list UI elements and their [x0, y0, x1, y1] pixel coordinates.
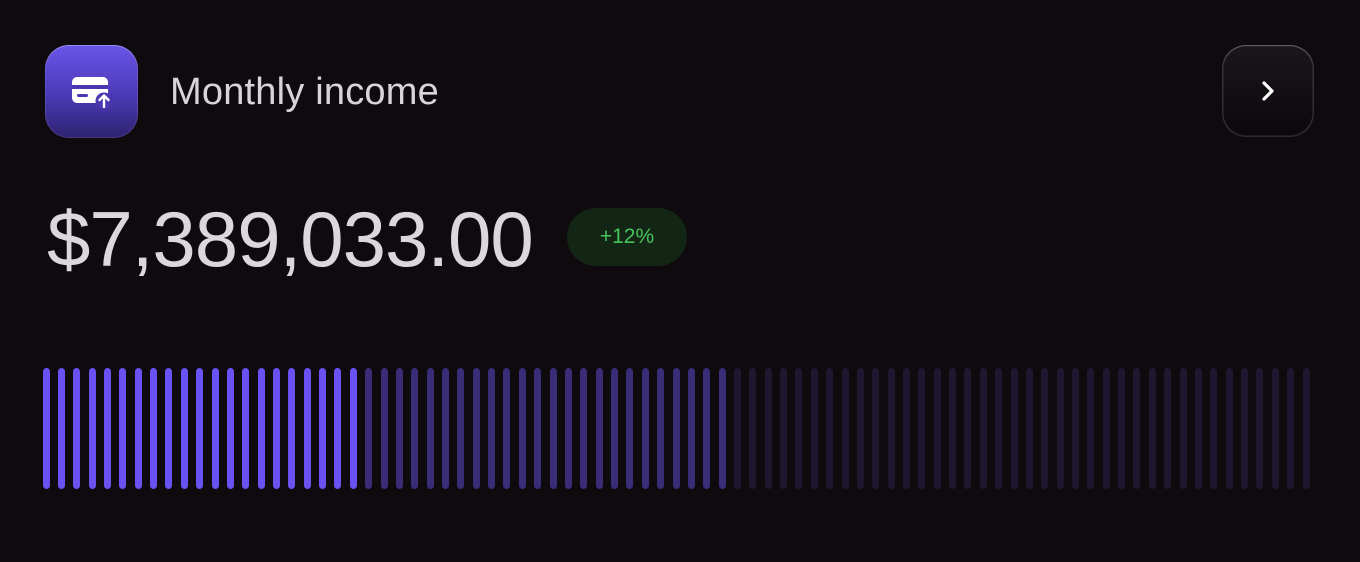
progress-tick-filled — [103, 368, 111, 489]
progress-tick-empty — [826, 368, 834, 489]
progress-tick-empty — [1041, 368, 1049, 489]
card-title: Monthly income — [170, 71, 439, 113]
progress-tick-filled — [57, 368, 65, 489]
progress-tick-filled — [334, 368, 342, 489]
progress-tick-partial — [549, 368, 557, 489]
progress-tick-filled — [196, 368, 204, 489]
progress-tick-partial — [395, 368, 403, 489]
progress-tick-filled — [226, 368, 234, 489]
progress-tick-partial — [442, 368, 449, 489]
progress-tick-empty — [1302, 368, 1310, 489]
progress-tick-empty — [1056, 368, 1064, 489]
progress-tick-filled — [165, 368, 173, 489]
progress-tick-partial — [426, 368, 434, 489]
progress-tick-empty — [1118, 368, 1126, 489]
progress-tick-empty — [1210, 368, 1218, 489]
progress-tick-partial — [595, 368, 603, 489]
progress-tick-filled — [73, 368, 81, 489]
progress-tick-empty — [749, 368, 757, 489]
progress-tick-empty — [902, 368, 910, 489]
progress-tick-empty — [810, 368, 818, 489]
income-amount: $7,389,033.00 — [47, 195, 534, 283]
progress-tick-partial — [564, 368, 572, 489]
progress-tick-filled — [180, 368, 188, 489]
progress-tick-partial — [411, 368, 419, 489]
progress-tick-partial — [672, 368, 680, 489]
monthly-income-card: Monthly income $7,389,033.00 +12% — [0, 0, 1360, 562]
progress-tick-empty — [1179, 368, 1187, 489]
change-value: +12% — [599, 225, 655, 248]
progress-tick-partial — [626, 368, 634, 489]
progress-tick-empty — [1072, 368, 1079, 489]
progress-tick-empty — [1164, 368, 1172, 489]
progress-tick-empty — [995, 368, 1003, 489]
progress-tick-empty — [1225, 368, 1233, 489]
progress-tick-empty — [795, 368, 803, 489]
income-app-icon — [45, 45, 138, 138]
progress-tick-empty — [841, 368, 849, 489]
progress-tick-partial — [365, 368, 373, 489]
change-badge: +12% — [567, 208, 687, 266]
progress-tick-partial — [611, 368, 619, 489]
credit-card-upload-icon — [71, 76, 112, 109]
progress-tick-filled — [211, 368, 219, 489]
progress-tick-partial — [718, 368, 726, 489]
progress-tick-empty — [764, 368, 772, 489]
progress-tick-partial — [641, 368, 649, 489]
progress-bar — [0, 368, 1360, 489]
progress-tick-empty — [780, 368, 788, 489]
progress-tick-empty — [918, 368, 926, 489]
progress-tick-empty — [872, 368, 880, 489]
progress-tick-empty — [856, 368, 864, 489]
progress-tick-empty — [933, 368, 941, 489]
progress-tick-partial — [457, 368, 465, 489]
progress-tick-filled — [242, 368, 250, 489]
progress-tick-empty — [964, 368, 972, 489]
progress-tick-partial — [657, 368, 665, 489]
progress-tick-empty — [887, 368, 895, 489]
progress-tick-empty — [1010, 368, 1018, 489]
chevron-right-icon — [1262, 81, 1274, 101]
progress-tick-partial — [687, 368, 695, 489]
progress-tick-empty — [1087, 368, 1095, 489]
progress-tick-filled — [42, 368, 50, 489]
progress-tick-empty — [733, 368, 741, 489]
progress-tick-partial — [580, 368, 588, 489]
progress-tick-filled — [150, 368, 158, 489]
progress-tick-filled — [134, 368, 142, 489]
progress-tick-partial — [472, 368, 480, 489]
progress-tick-empty — [1194, 368, 1202, 489]
progress-tick-filled — [349, 368, 357, 489]
progress-tick-empty — [1241, 368, 1249, 489]
progress-tick-filled — [88, 368, 96, 489]
progress-tick-filled — [303, 368, 311, 489]
progress-tick-empty — [1271, 368, 1279, 489]
progress-tick-empty — [1102, 368, 1110, 489]
progress-tick-filled — [272, 368, 280, 489]
progress-tick-partial — [488, 368, 496, 489]
progress-tick-empty — [1287, 368, 1295, 489]
open-details-button[interactable] — [1222, 45, 1314, 137]
progress-tick-filled — [288, 368, 296, 489]
progress-tick-filled — [319, 368, 327, 489]
progress-tick-partial — [503, 368, 511, 489]
progress-tick-empty — [1148, 368, 1156, 489]
progress-tick-partial — [518, 368, 526, 489]
progress-tick-empty — [979, 368, 987, 489]
progress-tick-empty — [1025, 368, 1033, 489]
progress-tick-filled — [119, 368, 127, 489]
progress-tick-partial — [534, 368, 542, 489]
progress-tick-empty — [1133, 368, 1141, 489]
progress-tick-partial — [703, 368, 711, 489]
progress-tick-empty — [949, 368, 957, 489]
progress-tick-empty — [1256, 368, 1264, 489]
progress-tick-partial — [380, 368, 388, 489]
progress-tick-filled — [257, 368, 265, 489]
